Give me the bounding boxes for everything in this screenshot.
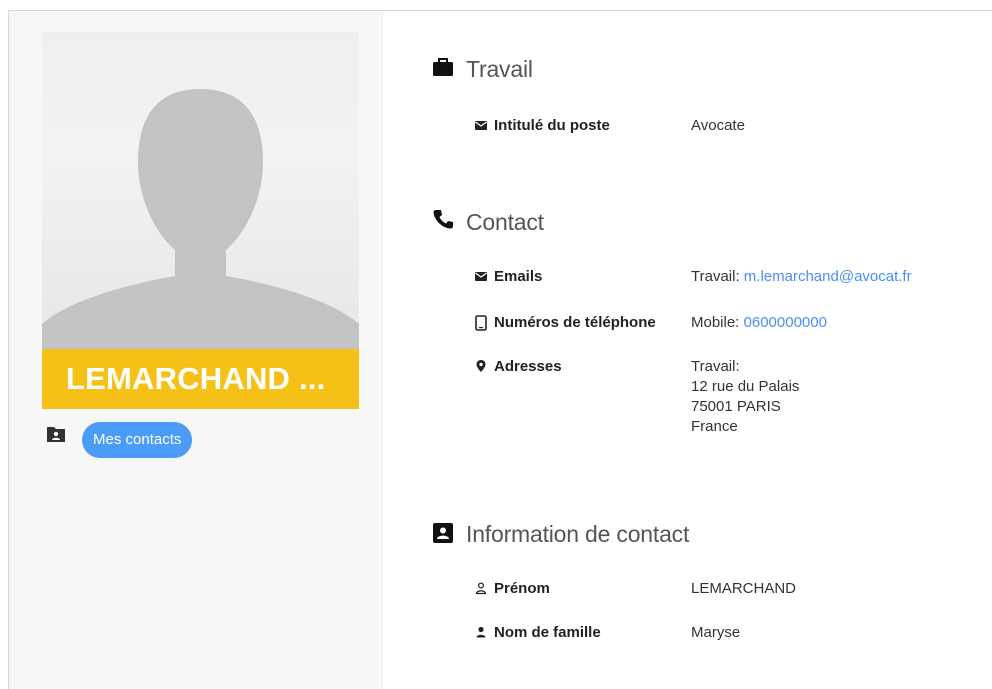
address-country: France: [691, 418, 738, 435]
avatar: [42, 32, 359, 349]
phone-icon: [432, 208, 456, 232]
address-street: 12 rue du Palais: [691, 378, 800, 395]
phone-type: Mobile:: [691, 314, 744, 331]
profile-sidebar: LEMARCHAND ...: [9, 11, 383, 689]
address-type: Travail:: [691, 358, 740, 375]
section-title-travail: Travail: [466, 56, 533, 82]
firstname-value: LEMARCHAND: [691, 580, 797, 597]
envelope-icon: [474, 269, 488, 283]
mobile-phone-icon: [474, 315, 488, 331]
contact-card-icon: [432, 522, 456, 546]
person-outline-icon: [474, 581, 488, 595]
lastname-value: Maryse: [691, 624, 741, 641]
location-pin-icon: [474, 359, 488, 373]
contact-name-banner: LEMARCHAND ...: [42, 349, 359, 409]
firstname-label: Prénom: [494, 580, 550, 597]
person-icon: [474, 625, 488, 639]
job-title-label: Intitulé du poste: [494, 117, 610, 134]
section-title-information: Information de contact: [466, 521, 690, 547]
address-block: Travail: 12 rue du Palais 75001 PARIS Fr…: [691, 357, 799, 437]
avatar-silhouette-icon: [42, 89, 359, 349]
phone-entry: Mobile: 0600000000: [691, 313, 827, 333]
envelope-icon: [474, 118, 488, 132]
address-city: 75001 PARIS: [691, 398, 781, 415]
group-chip-mes-contacts[interactable]: Mes contacts: [82, 422, 193, 458]
email-entry: Travail: m.lemarchand@avocat.fr: [691, 267, 912, 287]
addresses-label: Adresses: [494, 358, 562, 375]
briefcase-icon: [432, 56, 456, 80]
contacts-folder-icon: [46, 425, 66, 443]
job-title-value: Avocate: [691, 117, 745, 134]
section-title-contact: Contact: [466, 209, 544, 235]
email-link[interactable]: m.lemarchand@avocat.fr: [744, 268, 912, 285]
lastname-label: Nom de famille: [494, 624, 601, 641]
emails-label: Emails: [494, 268, 543, 285]
email-type: Travail:: [691, 268, 744, 285]
phone-link[interactable]: 0600000000: [744, 314, 827, 331]
phones-label: Numéros de téléphone: [494, 314, 656, 331]
